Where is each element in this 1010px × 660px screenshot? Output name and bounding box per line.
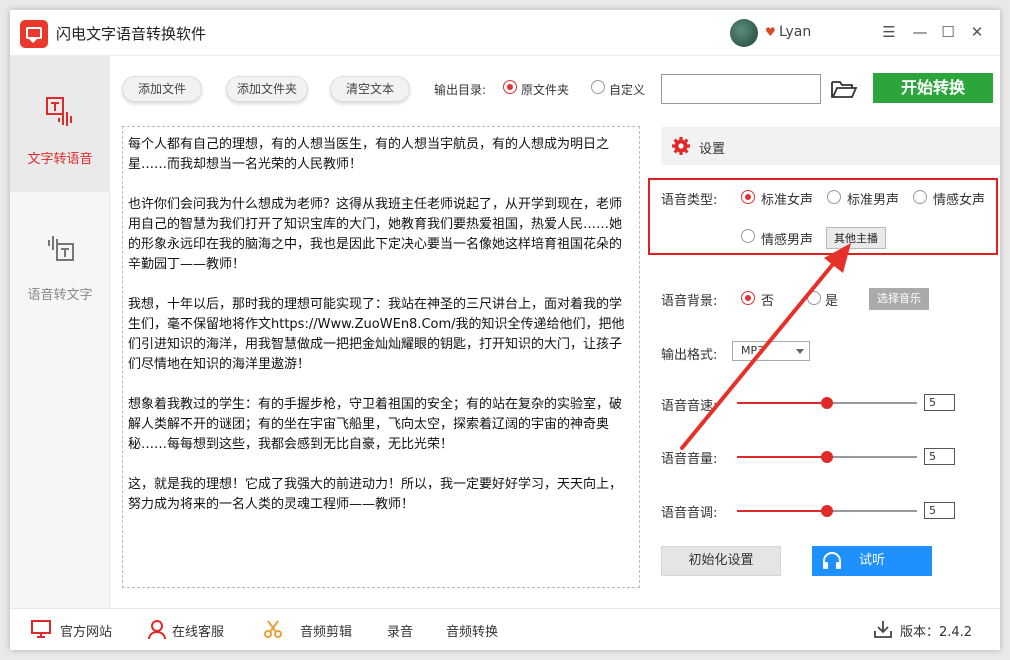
text-paragraph: 这，就是我的理想！它成了我强大的前进动力！所以，我一定要好好学习，天天向上，努力…	[128, 477, 623, 512]
avatar[interactable]	[730, 19, 758, 47]
slider-fill	[737, 510, 827, 512]
radio-voice-emotional-male[interactable]	[741, 229, 755, 243]
pitch-label: 语音音调:	[661, 506, 718, 521]
slider-fill	[737, 456, 827, 458]
volume-slider[interactable]	[737, 451, 917, 463]
speed-value[interactable]: 5	[924, 394, 955, 411]
download-icon	[874, 621, 892, 638]
radio-bg-yes[interactable]	[807, 291, 821, 305]
radio-bg-no[interactable]	[741, 291, 755, 305]
close-button[interactable]: ✕	[966, 21, 988, 43]
user-support-icon	[148, 620, 166, 640]
voice-option-label: 情感男声	[761, 233, 814, 248]
minimize-button[interactable]: —	[909, 21, 931, 43]
sidebar-item-text-to-speech[interactable]: 文字转语音	[10, 56, 110, 192]
output-path-input[interactable]	[661, 74, 821, 104]
background-label: 语音背景:	[661, 294, 718, 309]
app-window: 闪电文字语音转换软件 ♥ Lyan ☰ — ☐ ✕ 文字转语音 语音转文字 添加…	[10, 10, 1000, 650]
slider-fill	[737, 402, 827, 404]
radio-custom[interactable]	[591, 80, 605, 94]
radio-voice-standard-male[interactable]	[827, 190, 841, 204]
text-paragraph: 我想，十年以后，那时我的理想可能实现了：我站在神圣的三尺讲台上，面对着我的学生们…	[128, 297, 625, 372]
version-label: 版本：2.4.2	[900, 625, 973, 640]
folder-open-icon[interactable]	[830, 78, 858, 100]
title-bar: 闪电文字语音转换软件 ♥ Lyan ☰ — ☐ ✕	[10, 10, 1000, 56]
maximize-button[interactable]: ☐	[937, 21, 959, 43]
sidebar-item-label: 文字转语音	[27, 152, 93, 167]
radio-source-folder[interactable]	[503, 80, 517, 94]
other-anchor-button[interactable]: 其他主播	[826, 227, 886, 249]
settings-header: 设置	[661, 127, 1000, 165]
output-dir-label: 输出目录:	[434, 83, 487, 97]
add-folder-button[interactable]: 添加文件夹	[226, 76, 308, 102]
format-label: 输出格式:	[661, 348, 718, 363]
pitch-value[interactable]: 5	[924, 502, 955, 519]
volume-label: 语音音量:	[661, 452, 718, 467]
voice-option-label: 标准女声	[761, 193, 814, 208]
custom-label: 自定义	[609, 83, 646, 97]
reset-settings-button[interactable]: 初始化设置	[661, 546, 781, 576]
vip-diamond-icon: ♥	[765, 25, 776, 39]
sidebar: 文字转语音 语音转文字	[10, 56, 110, 608]
speech-to-text-icon	[48, 236, 74, 261]
sidebar-item-label: 语音转文字	[27, 288, 93, 303]
source-folder-label: 原文件夹	[521, 83, 570, 97]
footer-bar: 官方网站 在线客服 音频剪辑 录音 音频转换 版本：2.4.2	[10, 608, 1000, 650]
radio-voice-standard-female[interactable]	[741, 190, 755, 204]
text-paragraph: 也许你们会问我为什么想成为老师？这得从我班主任老师说起了，从开学到现在，老师用自…	[128, 197, 623, 272]
support-link[interactable]: 在线客服	[172, 621, 224, 640]
slider-knob[interactable]	[821, 505, 833, 517]
listen-label: 试听	[858, 553, 885, 568]
voice-option-label: 情感女声	[933, 193, 986, 208]
radio-voice-emotional-female[interactable]	[913, 190, 927, 204]
text-editor[interactable]: 每个人都有自己的理想，有的人想当医生，有的人想当宇航员，有的人想成为明日之星………	[122, 126, 640, 588]
text-paragraph: 想象着我教过的学生：有的手握步枪，守卫着祖国的安全；有的站在复杂的实验室，破解人…	[128, 397, 623, 452]
audio-convert-link[interactable]: 音频转换	[446, 621, 498, 640]
audio-edit-link[interactable]: 音频剪辑	[300, 621, 352, 640]
app-logo-icon	[20, 20, 48, 48]
text-paragraph: 每个人都有自己的理想，有的人想当医生，有的人想当宇航员，有的人想成为明日之星………	[128, 137, 610, 172]
website-link[interactable]: 官方网站	[60, 621, 112, 640]
bg-no-label: 否	[761, 294, 775, 309]
volume-value[interactable]: 5	[924, 448, 955, 465]
voice-option-label: 标准男声	[847, 193, 900, 208]
app-title: 闪电文字语音转换软件	[56, 25, 207, 43]
listen-button[interactable]: 试听	[812, 546, 932, 576]
bg-yes-label: 是	[825, 294, 839, 309]
monitor-icon	[31, 620, 51, 638]
menu-button[interactable]: ☰	[878, 21, 900, 43]
speed-slider[interactable]	[737, 397, 917, 409]
headphones-icon	[823, 552, 841, 569]
slider-knob[interactable]	[821, 397, 833, 409]
chevron-down-icon	[796, 349, 804, 354]
gear-icon	[672, 137, 690, 155]
format-value: MP3	[741, 344, 765, 357]
record-link[interactable]: 录音	[387, 621, 413, 640]
scissors-icon	[264, 620, 282, 638]
pitch-slider[interactable]	[737, 505, 917, 517]
voice-type-label: 语音类型:	[661, 193, 718, 208]
text-to-speech-icon	[46, 97, 72, 126]
add-file-button[interactable]: 添加文件	[122, 76, 202, 102]
username[interactable]: Lyan	[779, 24, 811, 40]
format-select[interactable]: MP3	[732, 341, 810, 361]
choose-music-button[interactable]: 选择音乐	[869, 288, 929, 310]
slider-knob[interactable]	[821, 451, 833, 463]
start-convert-button[interactable]: 开始转换	[873, 73, 993, 103]
speed-label: 语音音速:	[661, 399, 718, 414]
clear-text-button[interactable]: 清空文本	[330, 76, 410, 102]
sidebar-item-speech-to-text[interactable]: 语音转文字	[10, 192, 110, 328]
settings-title: 设置	[699, 142, 726, 157]
